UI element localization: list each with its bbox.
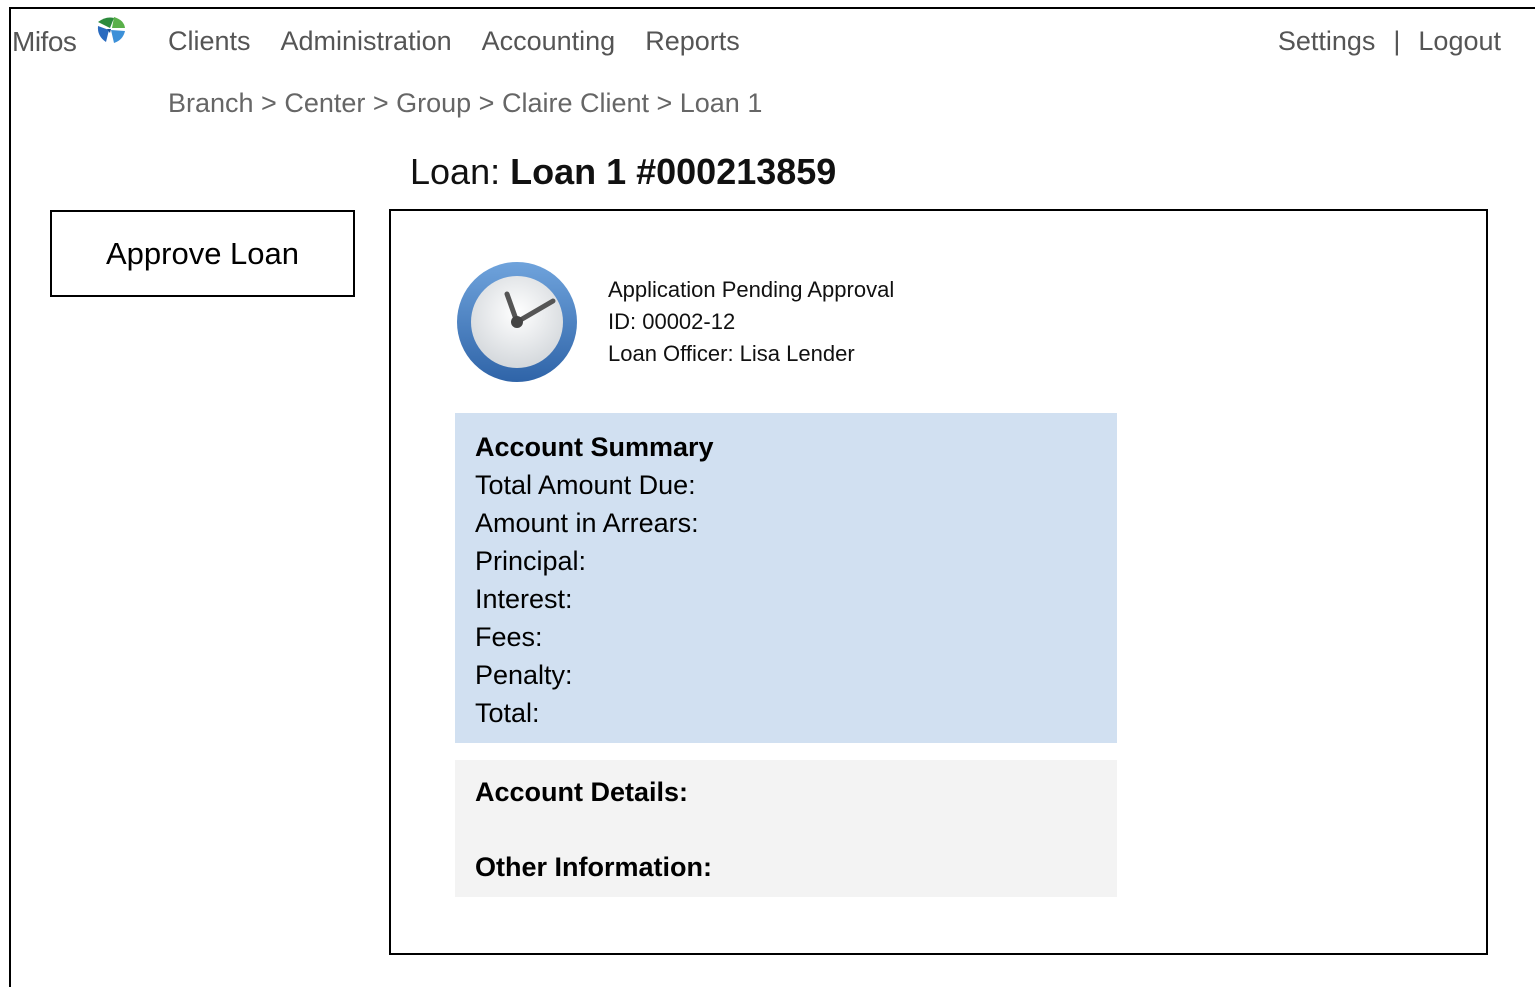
summary-total: Total: xyxy=(475,698,540,728)
mifos-globe-icon xyxy=(96,14,126,44)
logo-text: Mifos xyxy=(12,26,77,57)
nav-accounting[interactable]: Accounting xyxy=(482,26,616,57)
details-spacer xyxy=(475,811,1097,849)
breadcrumb[interactable]: Branch > Center > Group > Claire Client … xyxy=(168,88,762,119)
main-nav: Clients Administration Accounting Report… xyxy=(168,26,740,57)
loan-name: Loan 1 #000213859 xyxy=(510,151,837,192)
account-summary: Account Summary Total Amount Due: Amount… xyxy=(455,413,1117,743)
loan-status-block: Application Pending Approval ID: 00002-1… xyxy=(608,274,894,370)
user-nav: Settings | Logout xyxy=(1278,26,1501,57)
clock-icon xyxy=(457,262,577,382)
nav-reports[interactable]: Reports xyxy=(645,26,740,57)
account-summary-heading: Account Summary xyxy=(475,432,714,462)
other-information-heading: Other Information: xyxy=(475,852,712,882)
account-details-heading: Account Details: xyxy=(475,777,689,807)
settings-link[interactable]: Settings xyxy=(1278,26,1376,57)
nav-clients[interactable]: Clients xyxy=(168,26,251,57)
loan-status: Application Pending Approval xyxy=(608,277,895,302)
nav-administration[interactable]: Administration xyxy=(281,26,452,57)
logout-link[interactable]: Logout xyxy=(1418,26,1501,57)
approve-loan-button[interactable]: Approve Loan xyxy=(50,210,355,297)
account-details-section: Account Details: Other Information: xyxy=(455,760,1117,897)
nav-separator: | xyxy=(1393,26,1401,56)
summary-interest: Interest: xyxy=(475,584,573,614)
summary-total-amount-due: Total Amount Due: xyxy=(475,470,696,500)
page-title: Loan: Loan 1 #000213859 xyxy=(410,151,836,193)
summary-fees: Fees: xyxy=(475,622,543,652)
summary-penalty: Penalty: xyxy=(475,660,573,690)
summary-principal: Principal: xyxy=(475,546,587,576)
loan-officer: Loan Officer: Lisa Lender xyxy=(608,341,855,366)
summary-amount-in-arrears: Amount in Arrears: xyxy=(475,508,699,538)
loan-panel: Application Pending Approval ID: 00002-1… xyxy=(389,209,1488,955)
page-title-prefix: Loan: xyxy=(410,151,511,192)
loan-id: ID: 00002-12 xyxy=(608,309,736,334)
